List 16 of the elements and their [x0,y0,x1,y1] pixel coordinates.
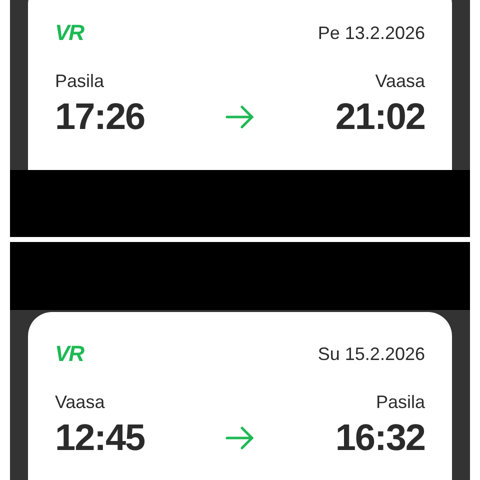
arrow-icon [225,426,255,450]
destination-station: Vaasa [375,70,425,92]
destination-station: Pasila [376,391,425,413]
ticket-card[interactable]: VR Pe 13.2.2026 Pasila Vaasa 17:26 21:02 [28,0,452,170]
origin-station: Pasila [55,70,104,92]
travel-date: Su 15.2.2026 [318,345,425,363]
arrow-icon [225,104,255,128]
departure-time: 12:45 [55,419,146,456]
arrival-time: 16:32 [334,419,425,456]
origin-station: Vaasa [55,391,105,413]
ticket-card[interactable]: VR Su 15.2.2026 Vaasa Pasila 12:45 16:32 [28,312,452,480]
travel-date: Pe 13.2.2026 [318,24,425,42]
logo: VR [55,22,84,44]
departure-time: 17:26 [55,98,146,135]
logo: VR [55,343,84,365]
arrival-time: 21:02 [334,98,425,135]
